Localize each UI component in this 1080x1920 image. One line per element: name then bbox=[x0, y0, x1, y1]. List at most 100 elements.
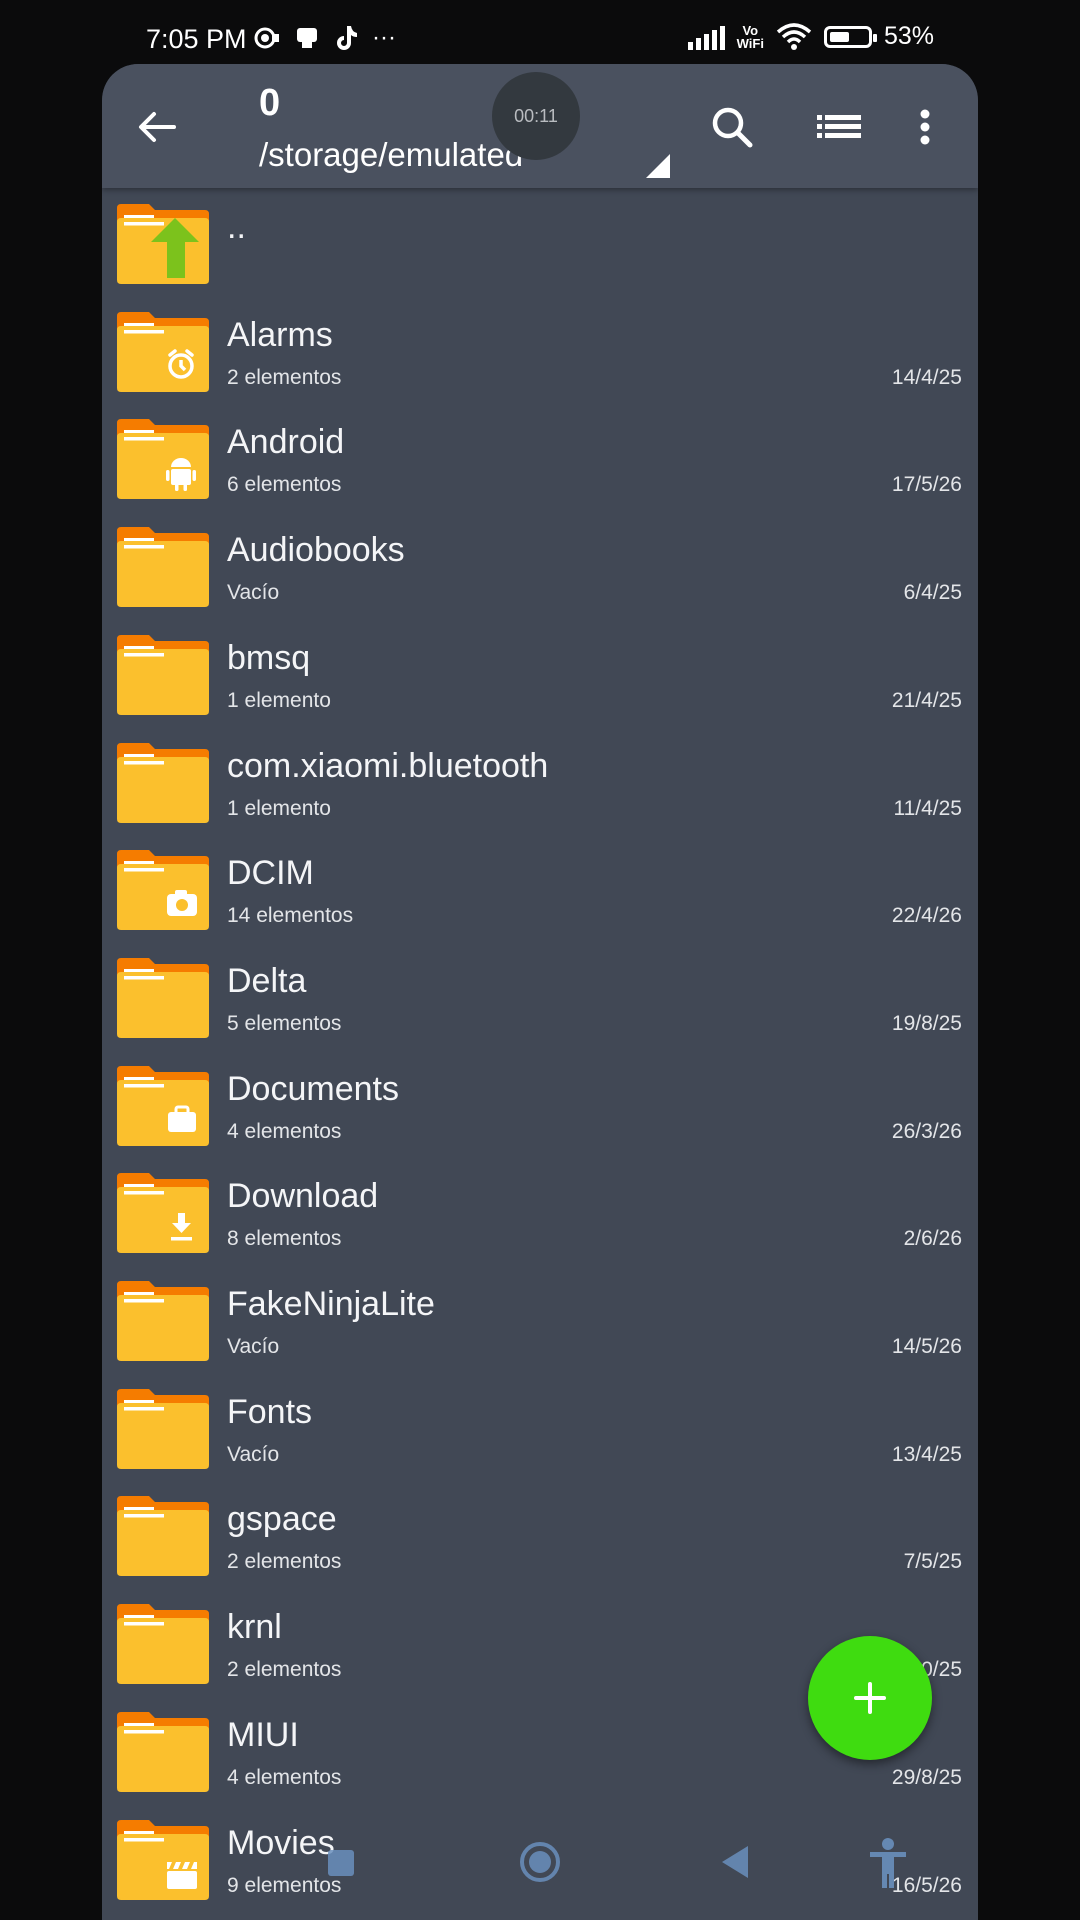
nav-back-button[interactable] bbox=[722, 1846, 748, 1878]
folder-date: 7/5/25 bbox=[903, 1550, 962, 1573]
folder-row[interactable]: Audiobooks Vacío 6/4/25 bbox=[102, 511, 978, 619]
folder-item-count: 6 elementos bbox=[227, 473, 342, 496]
add-button[interactable] bbox=[808, 1636, 932, 1760]
folder-item-count: 4 elementos bbox=[227, 1766, 342, 1789]
folder-name: Fonts bbox=[227, 1393, 313, 1431]
folder-name: Alarms bbox=[227, 316, 333, 354]
folder-icon bbox=[117, 1604, 209, 1684]
battery-fill bbox=[829, 31, 849, 42]
folder-date: 26/3/26 bbox=[891, 1120, 962, 1143]
wifi-icon bbox=[776, 22, 812, 50]
folder-row[interactable]: DCIM 14 elementos 22/4/26 bbox=[102, 834, 978, 942]
current-path[interactable]: /storage/emulated bbox=[259, 136, 523, 174]
folder-row[interactable]: Alarms 2 elementos 14/4/25 bbox=[102, 296, 978, 404]
folder-name: FakeNinjaLite bbox=[227, 1285, 435, 1323]
folder-row[interactable]: Android 6 elementos 17/5/26 bbox=[102, 403, 978, 511]
notification-icons: ··· bbox=[254, 24, 396, 52]
folder-icon bbox=[117, 743, 209, 823]
android-folder-icon bbox=[117, 419, 209, 499]
list-view-icon[interactable] bbox=[814, 102, 864, 152]
folder-name: gspace bbox=[227, 1500, 337, 1538]
folder-item-count: Vacío bbox=[227, 1443, 280, 1466]
folder-date: 6/4/25 bbox=[903, 581, 962, 604]
folder-date: 13/4/25 bbox=[891, 1443, 962, 1466]
briefcase-folder-icon bbox=[117, 1066, 209, 1146]
tiktok-icon bbox=[337, 26, 357, 50]
folder-icon bbox=[117, 1281, 209, 1361]
folder-item-count: 4 elementos bbox=[227, 1120, 342, 1143]
folder-item-count: 1 elemento bbox=[227, 797, 331, 820]
screen-record-icon bbox=[254, 27, 279, 49]
folder-name: Delta bbox=[227, 962, 307, 1000]
folder-name: Audiobooks bbox=[227, 531, 405, 569]
status-right: Vo WiFi 53% bbox=[687, 22, 934, 51]
folder-row[interactable]: Delta 5 elementos 19/8/25 bbox=[102, 942, 978, 1050]
back-arrow-icon[interactable] bbox=[132, 102, 182, 152]
alarm-folder-icon bbox=[117, 312, 209, 392]
folder-item-count: Vacío bbox=[227, 1335, 280, 1358]
plus-icon bbox=[854, 1682, 886, 1714]
signal-icon bbox=[687, 24, 725, 50]
folder-name: krnl bbox=[227, 1608, 282, 1646]
folder-row[interactable]: .. bbox=[102, 188, 978, 296]
accessibility-icon[interactable] bbox=[866, 1836, 910, 1890]
folder-date: 19/8/25 bbox=[891, 1012, 962, 1035]
vowifi-wifi: WiFi bbox=[736, 35, 764, 51]
folder-name: Documents bbox=[227, 1070, 399, 1108]
status-time: 7:05 PM bbox=[146, 24, 247, 54]
folder-item-count: 8 elementos bbox=[227, 1227, 342, 1250]
more-vert-icon[interactable] bbox=[910, 102, 940, 152]
recents-button[interactable] bbox=[328, 1850, 354, 1876]
app-notification-icon bbox=[297, 28, 317, 48]
folder-date: 14/5/26 bbox=[891, 1335, 962, 1358]
battery-icon bbox=[823, 25, 877, 48]
folder-name: Download bbox=[227, 1177, 379, 1215]
vowifi-icon: Vo WiFi bbox=[737, 24, 764, 50]
home-button[interactable] bbox=[520, 1842, 560, 1882]
folder-name: DCIM bbox=[227, 854, 314, 892]
folder-icon bbox=[117, 527, 209, 607]
folder-icon bbox=[117, 958, 209, 1038]
folder-row[interactable]: Download 8 elementos 2/6/26 bbox=[102, 1157, 978, 1265]
folder-row[interactable]: Fonts Vacío 13/4/25 bbox=[102, 1373, 978, 1481]
folder-name: bmsq bbox=[227, 639, 311, 677]
folder-name: .. bbox=[227, 208, 246, 246]
camera-folder-icon bbox=[117, 850, 209, 930]
folder-row[interactable]: gspace 2 elementos 7/5/25 bbox=[102, 1480, 978, 1588]
folder-name: com.xiaomi.bluetooth bbox=[227, 747, 549, 785]
folder-item-count: 14 elementos bbox=[227, 904, 354, 927]
folder-date: 17/5/26 bbox=[891, 473, 962, 496]
folder-item-count: 2 elementos bbox=[227, 1550, 342, 1573]
folder-item-count: 1 elemento bbox=[227, 689, 331, 712]
battery-percent: 53% bbox=[883, 22, 934, 50]
folder-item-count: 2 elementos bbox=[227, 366, 342, 389]
folder-row[interactable]: Documents 4 elementos 26/3/26 bbox=[102, 1050, 978, 1158]
vowifi-vo: Vo bbox=[742, 22, 759, 38]
folder-count: 0 bbox=[259, 82, 281, 124]
folder-name: MIUI bbox=[227, 1716, 299, 1754]
folder-date: 2/6/26 bbox=[903, 1227, 962, 1250]
folder-icon bbox=[117, 1389, 209, 1469]
toolbar: 0 /storage/emulated 00:11 bbox=[102, 64, 978, 188]
more-notifications-icon: ··· bbox=[372, 24, 396, 51]
folder-row[interactable]: FakeNinjaLite Vacío 14/5/26 bbox=[102, 1265, 978, 1373]
folder-icon bbox=[117, 1496, 209, 1576]
folder-date: 21/4/25 bbox=[891, 689, 962, 712]
folder-name: Android bbox=[227, 423, 345, 461]
path-dropdown-indicator[interactable] bbox=[646, 154, 670, 178]
parent-folder-icon bbox=[117, 204, 209, 284]
folder-row[interactable]: com.xiaomi.bluetooth 1 elemento 11/4/25 bbox=[102, 727, 978, 835]
search-icon[interactable] bbox=[707, 102, 757, 152]
folder-icon bbox=[117, 635, 209, 715]
folder-date: 29/8/25 bbox=[891, 1766, 962, 1789]
folder-date: 14/4/25 bbox=[891, 366, 962, 389]
download-folder-icon bbox=[117, 1173, 209, 1253]
folder-row[interactable]: bmsq 1 elemento 21/4/25 bbox=[102, 619, 978, 727]
navigation-bar bbox=[0, 1830, 1080, 1900]
folder-item-count: 5 elementos bbox=[227, 1012, 342, 1035]
folder-date: 22/4/26 bbox=[891, 904, 962, 927]
folder-icon bbox=[117, 1712, 209, 1792]
recording-timer: 00:11 bbox=[492, 72, 580, 160]
folder-item-count: Vacío bbox=[227, 581, 280, 604]
folder-item-count: 2 elementos bbox=[227, 1658, 342, 1681]
